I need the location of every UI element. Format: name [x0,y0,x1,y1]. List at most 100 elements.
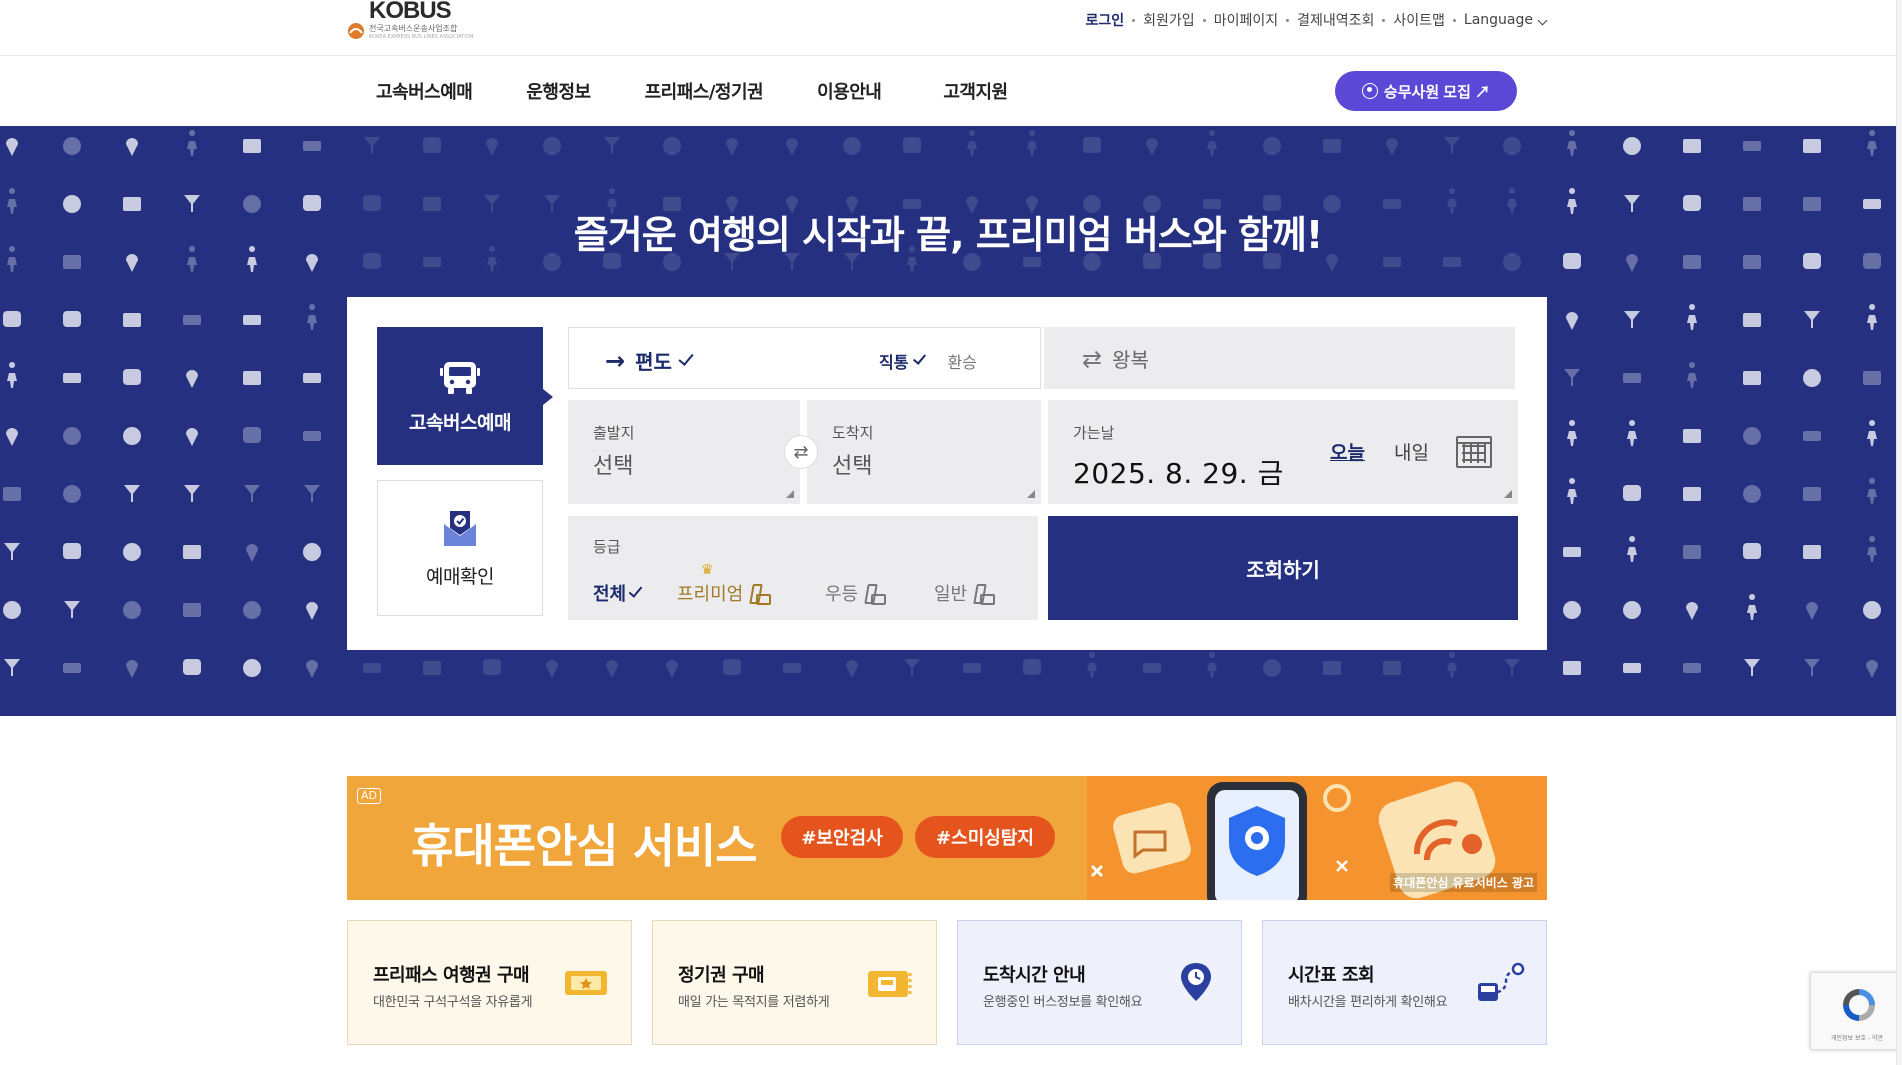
pattern-pin-icon [1866,660,1878,678]
arrival-field[interactable]: 도착지 선택 [807,400,1041,504]
signup-link[interactable]: 회원가입 [1143,10,1195,30]
pass-icon [868,971,912,997]
swap-locations-button[interactable]: ⇄ [784,435,818,469]
pattern-pin-icon [6,138,18,156]
separator-dot [1286,18,1290,22]
pattern-person-icon [1687,304,1697,330]
check-icon [678,349,694,366]
pattern-person-icon [1687,362,1697,388]
pattern-ticket-icon [1143,663,1161,673]
nav-item-bus-reservation[interactable]: 고속버스예매 [376,78,473,104]
pattern-pin-icon [1806,602,1818,620]
grade-option-normal[interactable]: 일반 [934,580,996,606]
pattern-person-icon [1867,478,1877,504]
pattern-pin-icon [1386,138,1398,156]
pattern-person-icon [1207,130,1217,156]
pattern-bus-icon [423,137,441,153]
nav-item-guide[interactable]: 이용안내 [817,78,882,104]
sitemap-link[interactable]: 사이트맵 [1393,10,1445,30]
quick-link-timetable[interactable]: 시간표 조회 배차시간을 편리하게 확인해요 [1262,920,1547,1045]
pattern-person-icon [1087,652,1097,678]
pattern-bus-icon [723,659,741,675]
quick-link-title: 정기권 구매 [678,965,765,986]
direct-option[interactable]: 직통 [879,349,927,373]
quick-link-title: 프리패스 여행권 구매 [373,965,530,986]
recruit-button[interactable]: 승무사원 모집 ↗ [1335,71,1517,111]
tab-reservation-check[interactable]: 예매확인 [377,480,543,616]
pattern-pin-icon [1566,312,1578,330]
pattern-square-icon [1323,661,1341,675]
pattern-glass-icon [4,543,20,560]
grade-option-excellent[interactable]: 우등 [825,580,887,606]
pattern-pin-icon [186,370,198,388]
pattern-ticket-icon [963,663,981,673]
pattern-bus-icon [1623,485,1641,501]
quick-link-freepass[interactable]: 프리패스 여행권 구매 대한민국 구석구석을 자유롭게 [347,920,632,1045]
pattern-pin-icon [786,138,798,156]
oneway-option[interactable]: → 편도 [605,346,694,375]
language-dropdown[interactable]: Language [1463,12,1548,28]
nav-item-operation-info[interactable]: 운행정보 [526,78,591,104]
pattern-square-icon [1683,545,1701,559]
pattern-square-icon [1383,661,1401,675]
login-link[interactable]: 로그인 [1086,10,1125,30]
pattern-person-icon [187,130,197,156]
roundtrip-option[interactable]: ⇄ 왕복 [1044,327,1515,389]
direct-label: 직통 [879,353,909,372]
date-value[interactable]: 2025. 8. 29. 금 [1073,452,1284,492]
pattern-bus-icon [63,311,81,327]
pattern-person-icon [1567,478,1577,504]
payment-history-link[interactable]: 결제내역조회 [1297,10,1374,30]
pattern-circle-icon [3,601,21,619]
quick-link-arrival-time[interactable]: 도착시간 안내 운행중인 버스정보를 확인해요 [957,920,1242,1045]
recaptcha-badge[interactable]: 개인정보 보호 - 약관 [1810,972,1902,1050]
pattern-person-icon [1027,130,1037,156]
nav-item-support[interactable]: 고객지원 [943,78,1008,104]
today-button[interactable]: 오늘 [1330,438,1365,465]
transfer-option[interactable]: 환승 [947,349,976,373]
search-button[interactable]: 조회하기 [1048,516,1518,620]
grade-option-all[interactable]: 전체 [593,580,643,606]
main-nav: 고속버스예매 운행정보 프리패스/정기권 이용안내 고객지원 승무사원 모집 ↗ [0,56,1902,126]
pattern-ticket-icon [243,315,261,325]
pattern-glass-icon [604,137,620,154]
nav-item-freepass[interactable]: 프리패스/정기권 [645,78,764,104]
calendar-icon[interactable] [1456,436,1492,468]
kobus-logo[interactable]: KOBUS 전국고속버스운송사업조합 KOREA EXPRESS BUS LIN… [347,0,473,46]
departure-field[interactable]: 출발지 선택 [568,400,800,504]
seat-icon [973,582,996,605]
grade-all-label: 전체 [593,584,627,605]
pattern-square-icon [183,603,201,617]
ticket-icon [565,971,607,995]
tab-bus-reservation[interactable]: 고속버스예매 [377,327,553,465]
grade-field: 등급 전체 ♛ 프리미엄 우등 일반 [568,516,1038,620]
recaptcha-icon [1843,989,1875,1021]
pattern-glass-icon [364,137,380,154]
pattern-circle-icon [1623,601,1641,619]
pattern-square-icon [1683,429,1701,443]
pattern-bus-icon [3,311,21,327]
pattern-person-icon [1567,130,1577,156]
pattern-square-icon [1803,545,1821,559]
quick-link-season-pass[interactable]: 정기권 구매 매일 가는 목적지를 저렴하게 [652,920,937,1045]
pattern-person-icon [7,362,17,388]
grade-option-premium[interactable]: ♛ 프리미엄 [677,562,772,606]
location-pin-icon [1181,963,1211,1001]
pattern-glass-icon [304,485,320,502]
pattern-glass-icon [124,485,140,502]
pattern-person-icon [967,130,977,156]
roundtrip-content: ⇄ 왕복 [1082,344,1149,373]
pattern-person-icon [307,304,317,330]
tomorrow-button[interactable]: 내일 [1394,438,1429,465]
chevron-down-icon [1537,15,1548,26]
pattern-ticket-icon [783,663,801,673]
language-label: Language [1463,12,1533,28]
ad-banner[interactable]: AD 휴대폰안심 서비스 #보안검사 #스미싱탐지 휴대폰안심 유료서비스 광고 [347,776,1547,900]
pattern-circle-icon [1563,601,1581,619]
mypage-link[interactable]: 마이페이지 [1214,10,1278,30]
pattern-ticket-icon [303,141,321,151]
pattern-glass-icon [1624,311,1640,328]
separator-dot [1132,18,1136,22]
scrollbar[interactable] [1896,0,1902,1065]
grade-options: 전체 ♛ 프리미엄 우등 일반 [593,562,1023,608]
